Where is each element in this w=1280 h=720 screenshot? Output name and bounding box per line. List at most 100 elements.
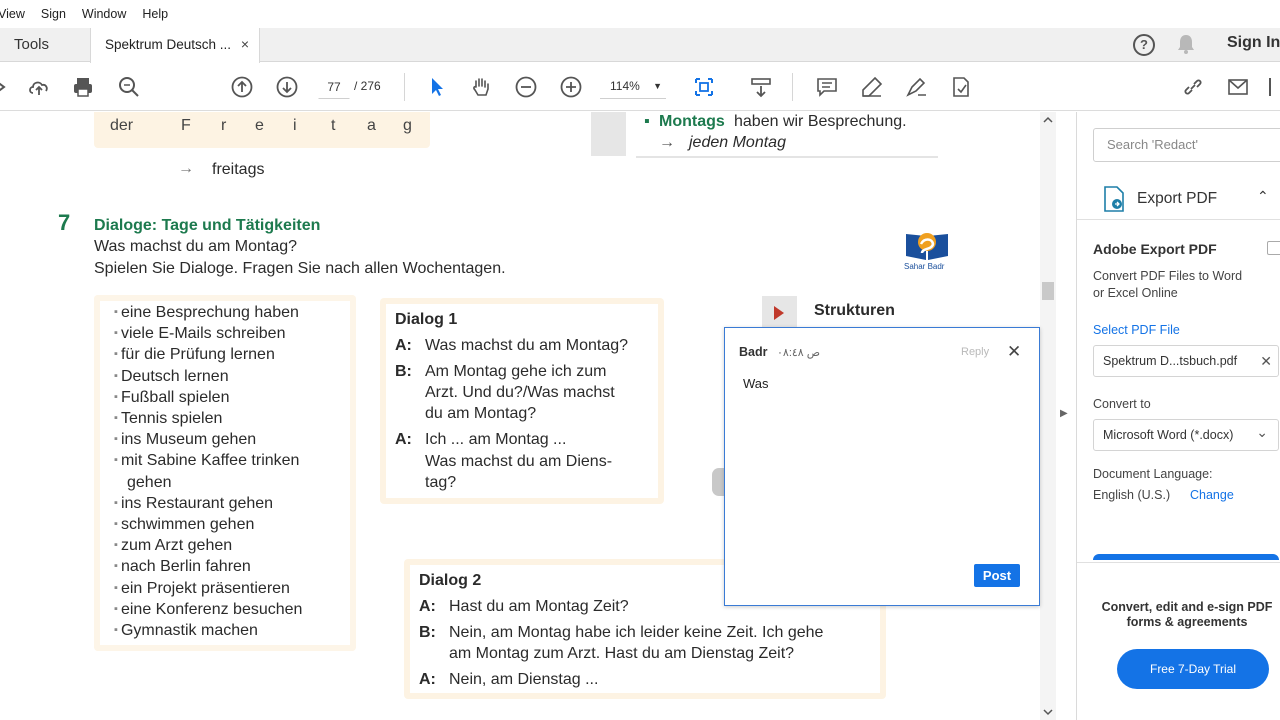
chevron-down-icon: ⌄ (1256, 424, 1268, 440)
notification-bell-icon[interactable] (1176, 33, 1196, 55)
dialog-line: Am Montag gehe ich zum (425, 362, 607, 380)
menu-help[interactable]: Help (142, 7, 168, 21)
dialog-speaker: A: (419, 598, 436, 615)
dialog-speaker: A: (419, 670, 436, 688)
tile-letter: t (331, 117, 336, 134)
grammar-box-marker (591, 112, 626, 156)
page-fit-icon[interactable] (692, 75, 716, 99)
strukturen-marker (762, 296, 797, 330)
dialog-line: Arzt. Und du?/Was machst (425, 384, 615, 402)
convert-button[interactable] (1093, 554, 1279, 560)
remove-file-icon[interactable]: ✕ (1260, 346, 1272, 376)
comment-timestamp: ص ٠٨:٤٨ (777, 347, 821, 359)
previous-page-icon[interactable] (230, 75, 254, 99)
activity-text: eine Besprechung haben (120, 304, 299, 321)
convert-format-select[interactable]: Microsoft Word (*.docx) ⌄ (1093, 419, 1279, 451)
activity-item: ▪ ein Projekt präsentieren (114, 580, 290, 598)
hand-tool-icon[interactable] (469, 75, 493, 99)
dialog-speaker: A: (395, 431, 412, 449)
tile-letter: F (181, 117, 191, 134)
search-icon[interactable] (117, 75, 141, 99)
selected-file: Spektrum D...tsbuch.pdf ✕ (1093, 345, 1279, 377)
dialog-speaker: B: (419, 623, 436, 641)
scroll-down-icon (1043, 709, 1053, 716)
activity-text: Deutsch lernen (120, 367, 229, 385)
scroll-mode-icon[interactable] (749, 75, 773, 99)
bullet: ▪ (114, 518, 121, 530)
scrollbar-thumb[interactable] (1042, 282, 1054, 300)
highlight-pen-icon[interactable] (860, 75, 884, 99)
copy-icon[interactable] (1267, 241, 1280, 255)
export-pdf-icon (1103, 186, 1125, 212)
toolbar: 77 / 276 114% ▼ (0, 63, 1280, 111)
post-button[interactable]: Post (974, 564, 1020, 587)
activity-item: ▪ viele E-Mails schreiben (114, 325, 285, 343)
upload-cloud-icon[interactable] (27, 75, 51, 99)
link-icon[interactable] (1181, 75, 1205, 99)
dialog-line: am Montag zum Arzt. Hast du am Dienstag … (449, 645, 795, 663)
share-icon[interactable] (0, 75, 16, 99)
change-language-link[interactable]: Change (1190, 488, 1234, 502)
more-icon[interactable] (1268, 75, 1280, 99)
activity-item: ▪ eine Konferenz besuchen (114, 601, 302, 619)
free-trial-button[interactable]: Free 7-Day Trial (1117, 649, 1269, 689)
dialog-line: Nein, am Dienstag ... (449, 670, 599, 688)
bullet: ▪ (114, 327, 121, 340)
zoom-select[interactable]: 114% ▼ (600, 73, 666, 99)
comment-icon[interactable] (815, 75, 839, 99)
comment-textarea[interactable]: Was (743, 376, 1023, 391)
print-icon[interactable] (71, 75, 95, 99)
menu-view[interactable]: View (0, 7, 25, 21)
export-pdf-header[interactable]: Export PDF ⌃ (1077, 178, 1280, 220)
select-pdf-link[interactable]: Select PDF File (1093, 323, 1180, 337)
page-number-input[interactable]: 77 (318, 73, 350, 99)
zoom-in-icon[interactable] (559, 75, 583, 99)
dialog-speaker: B: (395, 362, 412, 380)
dialog-line: Nein, am Montag habe ich leider keine Ze… (449, 623, 824, 641)
bullet: ▪ (114, 433, 121, 446)
activity-item: ▪ schwimmen gehen (114, 516, 254, 534)
activity-text: mit Sabine Kaffee trinken (120, 452, 300, 470)
dialog-line: Hast du am Montag Zeit? (449, 598, 629, 615)
activity-text: Fußball spielen (120, 388, 230, 406)
sign-in-button[interactable]: Sign In (1227, 34, 1280, 52)
menu-bar: View Sign Window Help (0, 0, 1280, 28)
panel-collapse-icon[interactable]: ▶ (1060, 408, 1068, 419)
email-icon[interactable] (1226, 75, 1250, 99)
tile-der: der (110, 117, 134, 134)
fill-sign-icon[interactable] (949, 75, 973, 99)
activity-item: ▪ zum Arzt gehen (114, 537, 232, 555)
activity-item: ▪ nach Berlin fahren (114, 558, 251, 576)
close-icon[interactable]: ✕ (1007, 342, 1021, 362)
zoom-out-icon[interactable] (514, 75, 538, 99)
bullet: ▪ (114, 560, 121, 573)
activity-item: ▪ Fußball spielen (114, 389, 229, 407)
close-tab-icon[interactable]: × (241, 28, 249, 61)
bullet: ▪ (114, 348, 121, 361)
bullet: ▪ (114, 496, 121, 509)
next-page-icon[interactable] (275, 75, 299, 99)
exercise-title: Dialoge: Tage und Tätigkeiten (94, 217, 321, 234)
dialog-line: du am Montag? (425, 405, 537, 423)
help-icon[interactable]: ? (1133, 34, 1155, 56)
menu-window[interactable]: Window (82, 7, 126, 21)
tab-document[interactable]: Spektrum Deutsch ... × (90, 28, 260, 63)
select-cursor-icon[interactable] (425, 75, 449, 99)
menu-sign[interactable]: Sign (41, 7, 66, 21)
montags-green: Montags (659, 113, 725, 130)
tile-letter: r (221, 117, 227, 134)
chevron-up-icon[interactable]: ⌃ (1257, 188, 1269, 205)
convert-to-label: Convert to (1093, 397, 1151, 411)
vertical-scrollbar[interactable] (1040, 112, 1056, 720)
reply-button[interactable]: Reply (961, 346, 989, 358)
bullet: ▪ (114, 454, 121, 467)
sign-pen-icon[interactable] (904, 75, 928, 99)
search-input[interactable]: Search 'Redact' (1093, 128, 1280, 162)
jeden-montag: jeden Montag (689, 134, 786, 151)
strukturen-heading: Strukturen (814, 302, 895, 319)
comment-popup: Badr ص ٠٨:٤٨ Reply ✕ Was Post (724, 327, 1040, 606)
convert-format-value: Microsoft Word (*.docx) (1103, 428, 1234, 442)
activity-text: zum Arzt gehen (120, 537, 233, 555)
exercise-number: 7 (58, 210, 71, 235)
tab-tools[interactable]: Tools (0, 28, 90, 62)
